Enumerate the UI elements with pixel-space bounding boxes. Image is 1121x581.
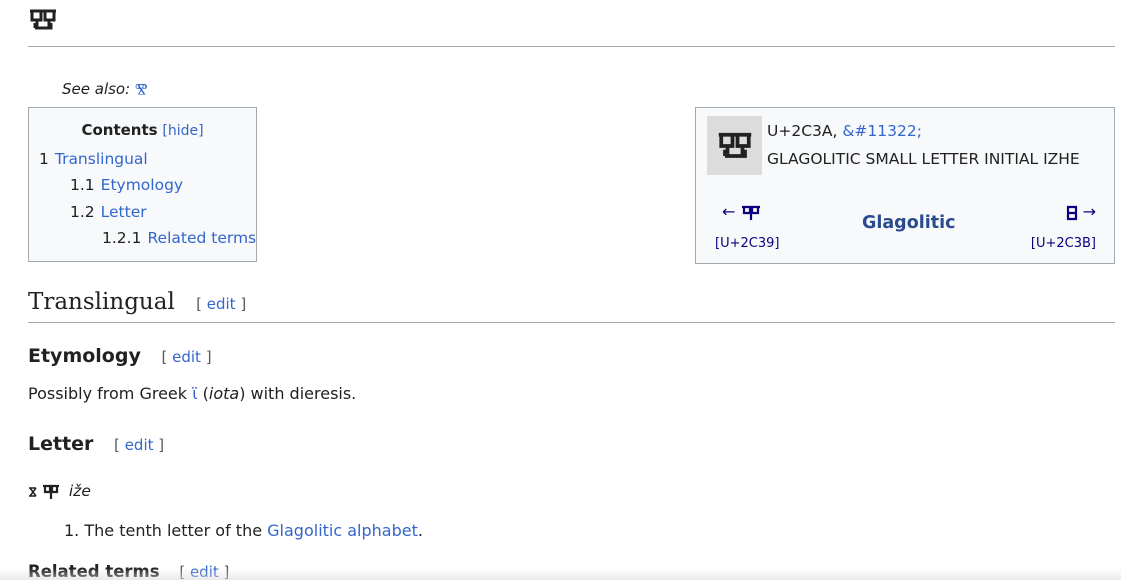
glagolitic-izhe-variant-glyph [42, 484, 59, 499]
codepoint-line: U+2C3A, &#11322; [767, 122, 922, 140]
see-also-line: See also: Ⰺ [62, 80, 147, 98]
glagolitic-next-glyph [1066, 205, 1077, 220]
script-name-link[interactable]: Glagolitic [862, 213, 955, 233]
title-divider [28, 46, 1115, 47]
section-heading-letter: Letter [ edit ] [28, 433, 165, 455]
toc-item-letter[interactable]: 1.2 Letter [70, 203, 147, 221]
etymology-text: Possibly from Greek ϊ (iota) with dieres… [28, 384, 357, 403]
character-glyph-box [707, 116, 762, 175]
headword-line: iže [28, 482, 91, 500]
toc-item-related-terms[interactable]: 1.2.1 Related terms [102, 229, 256, 247]
edit-section-letter[interactable]: [ edit ] [114, 436, 164, 454]
glagolitic-izhe-glyph [30, 9, 56, 30]
previous-codepoint[interactable]: [U+2C39] [715, 236, 779, 251]
toc-hide-link[interactable]: [hide] [162, 123, 203, 139]
toc-item-etymology[interactable]: 1.1 Etymology [70, 176, 183, 194]
previous-character-link[interactable]: ← [722, 202, 761, 221]
headword-transliteration: iže [68, 482, 91, 500]
left-arrow-icon: ← [722, 202, 736, 221]
see-also-link[interactable]: Ⰺ [135, 80, 148, 98]
table-of-contents: Contents [hide] 1 Translingual 1.1 Etymolo… [28, 107, 257, 262]
toc-item-translingual[interactable]: 1 Translingual [39, 150, 148, 168]
next-codepoint[interactable]: [U+2C3B] [1031, 236, 1096, 251]
edit-section-translingual[interactable]: [ edit ] [196, 295, 246, 313]
next-character-link[interactable]: → [1066, 202, 1096, 221]
right-arrow-icon: → [1082, 202, 1096, 221]
toc-title: Contents [hide] [81, 121, 204, 139]
html-entity-link[interactable]: &#11322; [842, 122, 922, 140]
edit-section-etymology[interactable]: [ edit ] [161, 348, 211, 366]
glagolitic-izhe-glyph [718, 132, 751, 158]
definition-item: 1. The tenth letter of the Glagolitic al… [64, 521, 423, 540]
page-title-glyph [28, 8, 58, 38]
bottom-fade [0, 568, 1121, 580]
character-name: GLAGOLITIC SMALL LETTER INITIAL IZHE [767, 150, 1080, 168]
character-infobox: U+2C3A, &#11322; GLAGOLITIC SMALL LETTER… [695, 107, 1115, 264]
section-heading-translingual: Translingual [ edit ] [28, 289, 247, 315]
see-also-label: See also: [62, 80, 131, 98]
section-divider [28, 322, 1115, 323]
glagolitic-izhe-small-glyph [29, 486, 37, 497]
section-heading-etymology: Etymology [ edit ] [28, 345, 212, 367]
glagolitic-prev-glyph [741, 205, 760, 220]
glagolitic-alphabet-link[interactable]: Glagolitic alphabet [267, 521, 418, 540]
